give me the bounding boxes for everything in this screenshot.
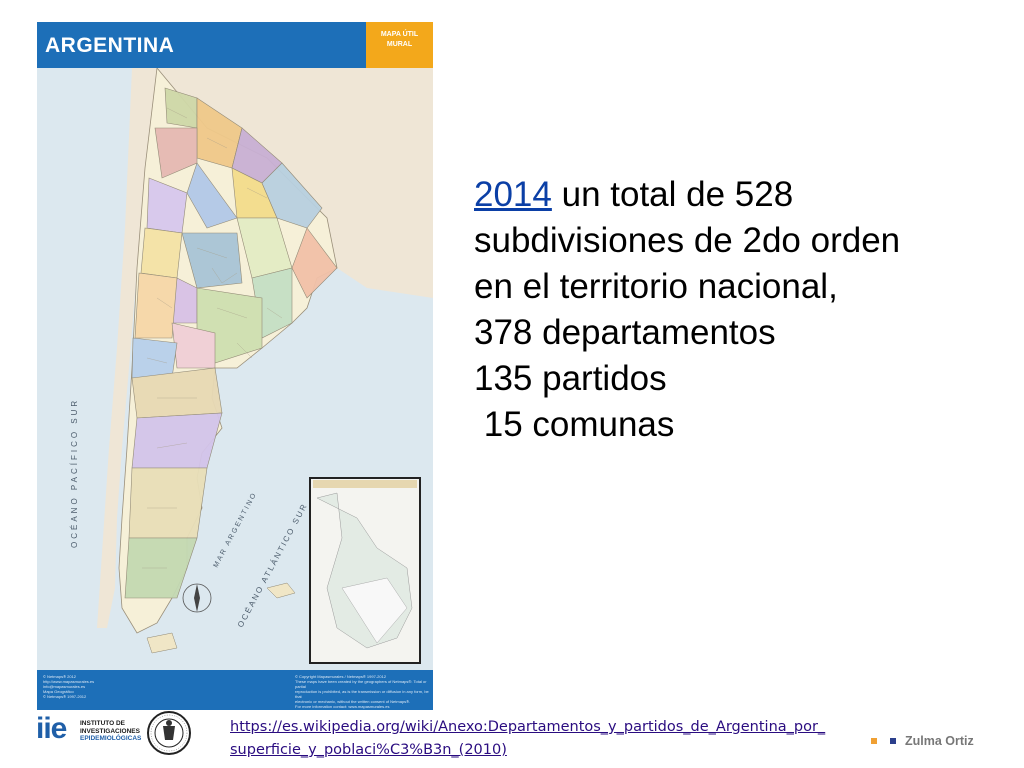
main-text-line3: en el territorio nacional, xyxy=(474,267,838,306)
main-text-line5: 135 partidos xyxy=(474,359,667,398)
iie-logo-line1: INSTITUTO DE xyxy=(80,720,126,727)
map-footer-right: © Copyright Mapasmurales / Netmaps® 1997… xyxy=(295,674,429,709)
main-text-block: 2014 un total de 528 subdivisiones de 2d… xyxy=(474,172,994,448)
iie-logo-line2: INVESTIGACIONES xyxy=(80,727,140,735)
main-text-line4: 378 departamentos xyxy=(474,313,776,352)
iie-logo-mark: iie xyxy=(36,712,67,745)
orange-square-icon xyxy=(871,738,877,744)
argentina-map-poster: ARGENTINA MAPA ÚTIL MURAL OCÉANO PACÍFIC… xyxy=(37,22,433,710)
iie-logo-line3: EPIDEMIOLÓGICAS xyxy=(80,735,142,742)
map-badge-line2: MURAL xyxy=(386,41,413,48)
map-badge-line1: MAPA ÚTIL xyxy=(380,31,419,38)
map-footer: © Netmaps® 2012 http://www.mapasmurales.… xyxy=(37,670,433,710)
map-badge: MAPA ÚTIL MURAL xyxy=(366,22,433,68)
map-header: ARGENTINA MAPA ÚTIL MURAL xyxy=(37,22,433,68)
main-text-line2: subdivisiones de 2do orden xyxy=(474,221,901,260)
argentina-map-image: OCÉANO PACÍFICO SUR OCÉANO ATLÁNTICO SUR… xyxy=(37,68,433,670)
blue-square-icon xyxy=(890,738,896,744)
main-text-line6: 15 comunas xyxy=(474,405,675,444)
map-footer-left: © Netmaps® 2012 http://www.mapasmurales.… xyxy=(43,674,95,699)
map-title: ARGENTINA xyxy=(45,34,175,57)
source-link[interactable]: https://es.wikipedia.org/wiki/Anexo:Depa… xyxy=(230,716,830,762)
academy-seal xyxy=(147,711,191,755)
line1-rest: un total de 528 xyxy=(551,175,794,214)
main-text-line1: 2014 un total de 528 xyxy=(474,172,994,218)
year-link[interactable]: 2014 xyxy=(474,175,552,214)
author-name: Zulma Ortiz xyxy=(905,734,974,748)
svg-text:OCÉANO PACÍFICO SUR: OCÉANO PACÍFICO SUR xyxy=(70,398,79,548)
iie-logo: iie INSTITUTO DE INVESTIGACIONES EPIDEMI… xyxy=(36,712,141,748)
